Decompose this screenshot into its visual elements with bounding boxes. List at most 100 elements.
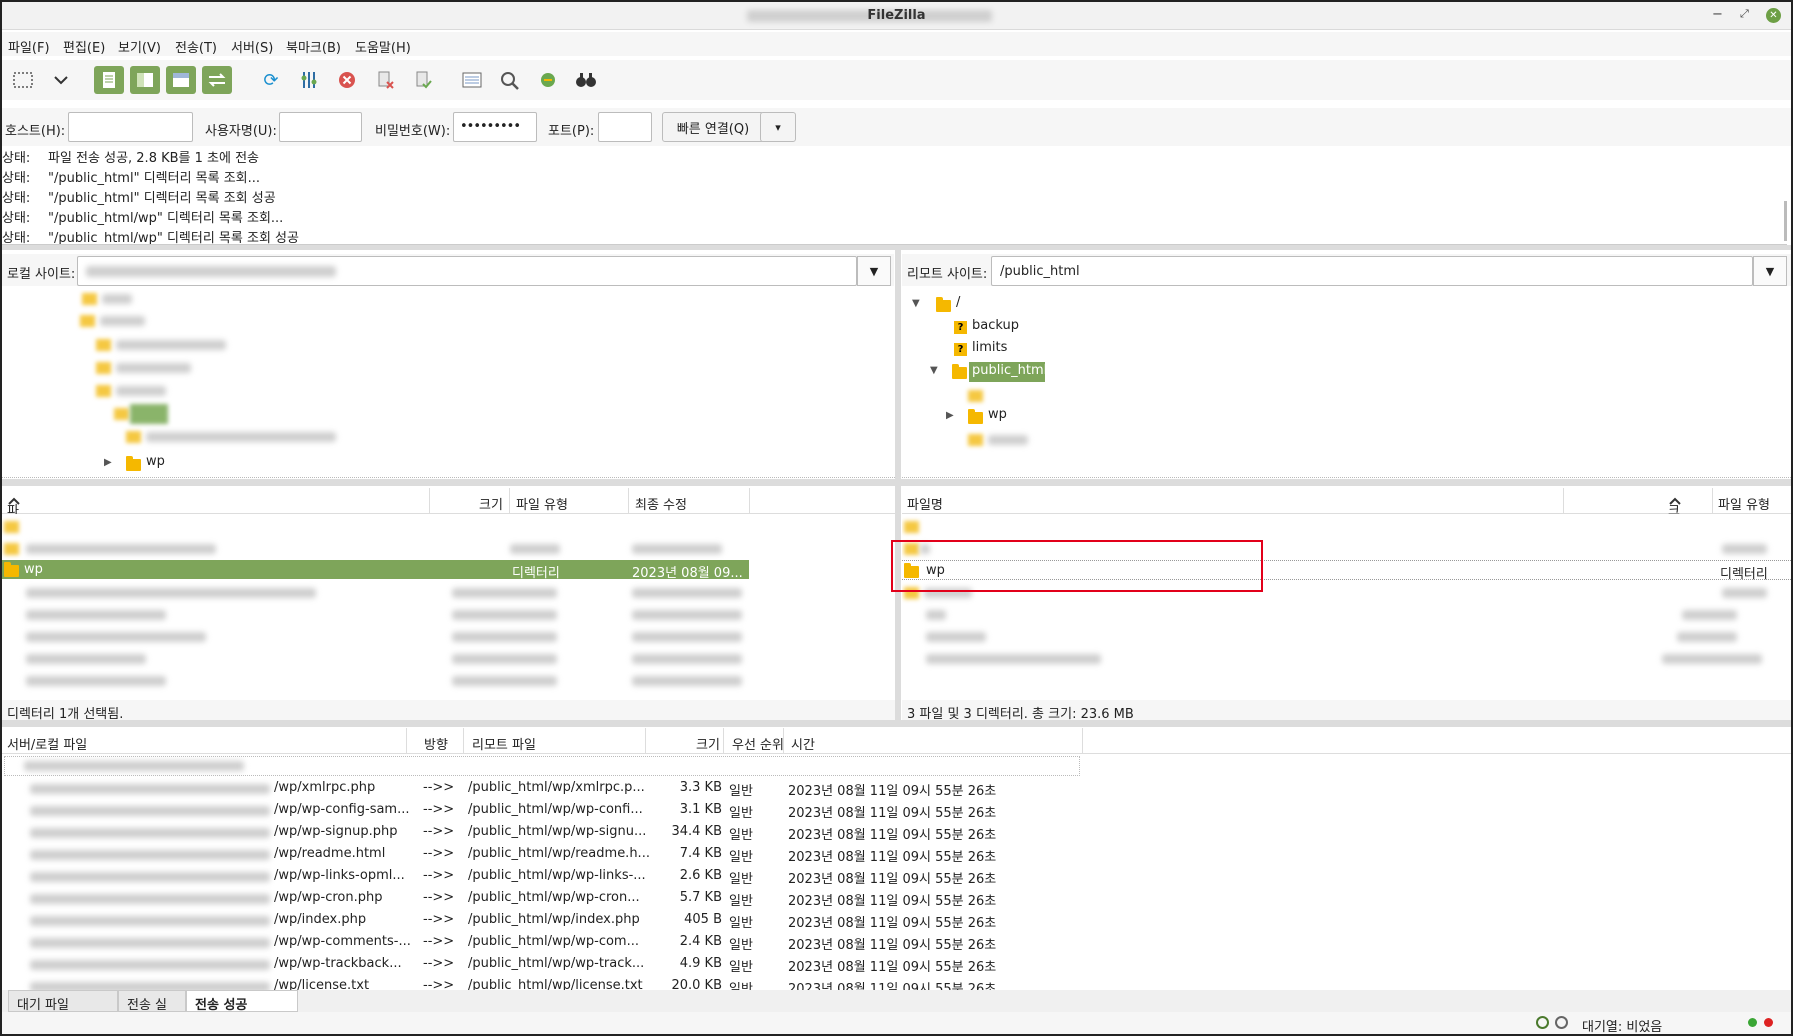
- remote-tree-wp[interactable]: wp: [988, 407, 1007, 422]
- splitter[interactable]: [901, 479, 1791, 486]
- search-files-icon[interactable]: [495, 66, 525, 94]
- table-row[interactable]: /wp/wp-config-sam... -->> /public_html/wp…: [2, 800, 1102, 822]
- remote-directory-tree[interactable]: ▼ / ? backup ? limits ▼ public_html ▶ wp: [902, 290, 1791, 478]
- remote-site-dropdown[interactable]: ▼: [1753, 256, 1787, 286]
- send-led-icon: [1764, 1018, 1773, 1027]
- local-col-filename[interactable]: 파일명: [7, 494, 21, 557]
- message-log: 상태: 파일 전송 성공, 2.8 KB를 1 초에 전송 상태: "/public…: [2, 149, 1787, 245]
- local-col-modified[interactable]: 최종 수정: [635, 494, 687, 513]
- quickconnect-button[interactable]: 빠른 연결(Q): [662, 112, 764, 142]
- minimize-button[interactable]: −: [1712, 7, 1723, 22]
- remote-file-type: 디렉터리: [1720, 567, 1768, 582]
- remote-tree-limits[interactable]: limits: [972, 340, 1007, 355]
- toolbar: ⟳: [2, 60, 1791, 100]
- refresh-icon[interactable]: ⟳: [256, 66, 286, 94]
- table-row[interactable]: /wp/wp-links-opml... -->> /public_html/wp…: [2, 866, 1102, 888]
- filezilla-window: FileZilla − ⤢ ✕ 파일(F) 편집(E) 보기(V) 전송(T) …: [2, 2, 1791, 1034]
- speed-limit-icon[interactable]: [1555, 1016, 1568, 1029]
- gear-icon[interactable]: [1536, 1016, 1549, 1029]
- remote-file-list-header: 파일명 크기 파일 유형: [902, 488, 1791, 538]
- local-file-list[interactable]: wp 디렉터리 2023년 08월 09...: [2, 514, 895, 700]
- directory-listing-filter-icon[interactable]: [457, 66, 487, 94]
- queue-col-remote[interactable]: 리모트 파일: [472, 734, 536, 753]
- username-input[interactable]: [279, 112, 362, 142]
- remote-col-type[interactable]: 파일 유형: [1718, 494, 1770, 513]
- expand-arrow-icon[interactable]: ▶: [104, 457, 112, 468]
- queue-col-size[interactable]: 크기: [696, 734, 720, 753]
- table-row[interactable]: /wp/wp-signup.php -->> /public_html/wp/wp…: [2, 822, 1102, 844]
- disconnect-icon[interactable]: [370, 66, 400, 94]
- table-row[interactable]: /wp/wp-comments-... -->> /public_html/wp/…: [2, 932, 1102, 954]
- close-button[interactable]: ✕: [1766, 8, 1781, 23]
- local-file-modified: 2023년 08월 09...: [632, 566, 743, 581]
- queue-status: 대기열: 비었음: [1582, 1020, 1663, 1034]
- remote-tree-backup[interactable]: backup: [972, 318, 1019, 333]
- menu-server[interactable]: 서버(S): [231, 37, 273, 56]
- status-bar: 대기열: 비었음: [2, 1012, 1791, 1034]
- toggle-log-icon[interactable]: [94, 66, 124, 94]
- table-row[interactable]: /wp/readme.html -->> /public_html/wp/read…: [2, 844, 1102, 866]
- tab-failed-transfers[interactable]: 전송 실패: [118, 990, 186, 1032]
- synchronized-browsing-icon[interactable]: [533, 66, 563, 94]
- site-manager-icon[interactable]: [8, 66, 38, 94]
- remote-site-input[interactable]: /public_html: [991, 256, 1753, 286]
- queue-col-priority[interactable]: 우선 순위: [732, 734, 784, 753]
- transfer-queue-list[interactable]: /wp/xmlrpc.php -->> /public_html/wp/xmlrp…: [2, 754, 1791, 990]
- local-directory-tree[interactable]: ▶ wp: [2, 290, 895, 478]
- queue-col-direction[interactable]: 방향: [424, 734, 448, 753]
- chevron-down-icon[interactable]: [46, 66, 76, 94]
- toggle-local-tree-icon[interactable]: [130, 66, 160, 94]
- table-row[interactable]: /wp/xmlrpc.php -->> /public_html/wp/xmlrp…: [2, 778, 1102, 800]
- menu-view[interactable]: 보기(V): [118, 37, 161, 56]
- maximize-button[interactable]: ⤢: [1740, 7, 1749, 21]
- find-binoculars-icon[interactable]: [571, 66, 601, 94]
- table-row[interactable]: /wp/wp-trackback... -->> /public_html/wp/…: [2, 954, 1102, 976]
- table-row[interactable]: /wp/license.txt -->> /public_html/wp/lice…: [2, 976, 1102, 990]
- collapse-arrow-icon[interactable]: ▼: [930, 365, 938, 376]
- table-row[interactable]: wp 디렉터리 2023년 08월 09...: [2, 560, 749, 581]
- remote-col-filename[interactable]: 파일명: [907, 494, 943, 513]
- local-col-size[interactable]: 크기: [479, 494, 503, 513]
- remote-tree-public-html[interactable]: public_html: [972, 363, 1047, 378]
- log-scrollbar[interactable]: [1784, 201, 1787, 241]
- title-bar: FileZilla − ⤢ ✕: [2, 2, 1791, 30]
- port-input[interactable]: [598, 112, 652, 142]
- quickconnect-bar: 호스트(H): 사용자명(U): 비밀번호(W): ••••••••• 포트(P…: [2, 108, 1791, 146]
- menu-edit[interactable]: 편집(E): [63, 37, 105, 56]
- collapse-arrow-icon[interactable]: ▼: [912, 298, 920, 309]
- quickconnect-history-dropdown[interactable]: ▾: [760, 112, 796, 142]
- expand-arrow-icon[interactable]: ▶: [946, 410, 954, 421]
- toggle-queue-icon[interactable]: [202, 66, 232, 94]
- splitter[interactable]: [2, 720, 1791, 727]
- tab-queued-files[interactable]: 대기 파일: [8, 990, 118, 1013]
- menu-transfer[interactable]: 전송(T): [175, 37, 217, 56]
- local-tree-item-wp[interactable]: wp: [146, 454, 165, 469]
- remote-tree-root[interactable]: /: [956, 295, 960, 310]
- reconnect-icon[interactable]: [408, 66, 438, 94]
- queue-col-local[interactable]: 서버/로컬 파일: [7, 734, 87, 753]
- folder-icon: [936, 297, 951, 312]
- tab-successful-transfers[interactable]: 전송 성공 (3081): [186, 990, 298, 1028]
- local-col-type[interactable]: 파일 유형: [516, 494, 568, 513]
- folder-icon: [4, 562, 19, 577]
- host-label: 호스트(H):: [5, 124, 66, 139]
- menu-help[interactable]: 도움말(H): [355, 37, 411, 56]
- process-queue-icon[interactable]: [294, 66, 324, 94]
- password-input[interactable]: •••••••••: [453, 112, 537, 142]
- highlight-annotation: [891, 540, 1263, 592]
- menu-bookmarks[interactable]: 북마크(B): [286, 37, 341, 56]
- table-row[interactable]: /wp/wp-cron.php -->> /public_html/wp/wp-c…: [2, 888, 1102, 910]
- host-input[interactable]: [68, 112, 193, 142]
- folder-icon: [126, 456, 141, 471]
- queue-col-time[interactable]: 시간: [791, 734, 815, 753]
- menu-file[interactable]: 파일(F): [8, 37, 50, 56]
- local-file-list-header: 파일명 크기 파일 유형 최종 수정: [2, 488, 895, 557]
- local-site-dropdown[interactable]: ▼: [857, 256, 891, 286]
- splitter[interactable]: [2, 479, 895, 486]
- unknown-folder-icon: ?: [954, 321, 967, 334]
- table-row[interactable]: /wp/index.php -->> /public_html/wp/index.…: [2, 910, 1102, 932]
- local-site-input[interactable]: [77, 256, 857, 286]
- toggle-remote-tree-icon[interactable]: [166, 66, 196, 94]
- remote-col-size[interactable]: 크기: [1668, 494, 1682, 538]
- cancel-icon[interactable]: [332, 66, 362, 94]
